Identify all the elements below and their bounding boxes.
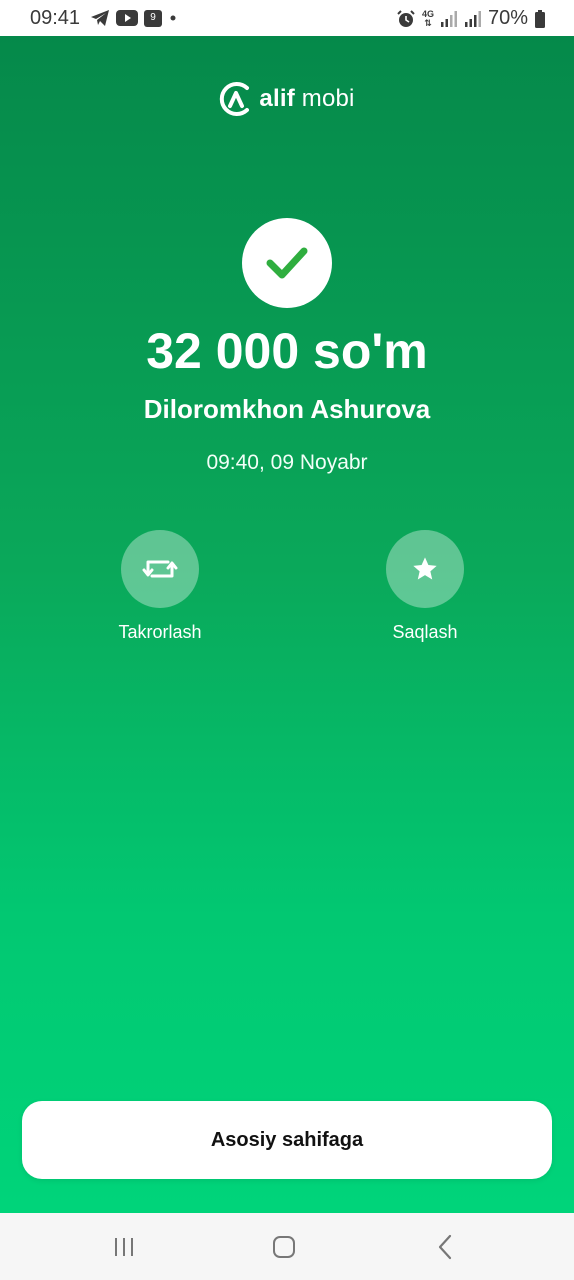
brand-logo: alif mobi (0, 80, 574, 118)
recent-apps-icon[interactable] (104, 1233, 144, 1261)
payment-datetime: 09:40, 09 Noyabr (206, 451, 368, 474)
repeat-icon (142, 554, 178, 584)
save-action[interactable]: Saqlash (345, 530, 505, 643)
brand-name-regular: mobi (301, 85, 355, 112)
payment-success-screen: alif mobi 32 000 so'm Diloromkhon Ashuro… (0, 36, 574, 1213)
back-icon[interactable] (426, 1233, 466, 1261)
data-arrows-icon: ⇅ (424, 17, 432, 28)
calendar-icon: 9 (144, 9, 162, 27)
save-button[interactable] (386, 530, 464, 608)
battery-icon (534, 9, 546, 28)
recipient-name: Diloromkhon Ashurova (143, 394, 431, 424)
go-home-button[interactable]: Asosiy sahifaga (22, 1101, 552, 1179)
signal-icon (464, 10, 482, 28)
youtube-icon (116, 10, 138, 26)
status-system-icons: 4G ⇅ 70% (396, 7, 546, 30)
check-icon (265, 245, 309, 281)
save-label: Saqlash (392, 622, 458, 642)
go-home-label: Asosiy sahifaga (210, 1128, 364, 1151)
system-nav-bar (0, 1213, 574, 1280)
success-badge (242, 218, 332, 308)
repeat-action[interactable]: Takrorlash (80, 530, 240, 643)
home-icon[interactable] (264, 1233, 304, 1261)
payment-amount: 32 000 so'm (146, 323, 428, 379)
telegram-icon (90, 9, 110, 27)
status-notifications: 9 (90, 9, 178, 27)
status-time: 09:41 (30, 7, 81, 29)
brand-name: alif mobi (259, 85, 354, 113)
alif-logo-icon (219, 80, 253, 118)
calendar-badge: 9 (150, 12, 156, 23)
signal-icon (440, 10, 458, 28)
brand-name-bold: alif (259, 85, 295, 112)
alarm-icon (396, 9, 416, 29)
4g-icon: 4G ⇅ (422, 9, 434, 28)
battery-percent: 70% (487, 7, 528, 29)
dot-icon (168, 13, 178, 23)
star-icon (411, 555, 439, 583)
repeat-label: Takrorlash (118, 622, 202, 642)
repeat-button[interactable] (121, 530, 199, 608)
status-bar: 09:41 9 4G ⇅ 70% (0, 0, 574, 36)
